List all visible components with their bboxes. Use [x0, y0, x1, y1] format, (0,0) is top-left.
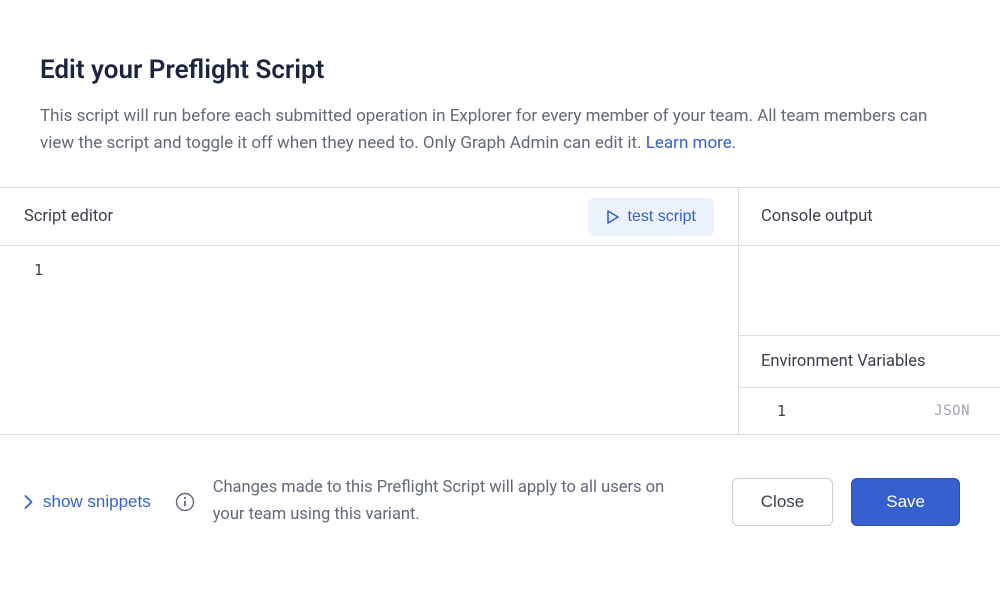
console-header: Console output — [739, 188, 1000, 246]
footer-info-text: Changes made to this Preflight Script wi… — [213, 475, 714, 528]
description-period: . — [732, 133, 736, 153]
script-editor-body[interactable]: 1 — [0, 246, 738, 434]
show-snippets-label: show snippets — [43, 492, 151, 512]
chevron-right-icon — [24, 495, 33, 509]
script-editor-title: Script editor — [24, 207, 113, 226]
right-panel: Console output Environment Variables 1 J… — [739, 188, 1000, 434]
env-vars-title: Environment Variables — [761, 352, 926, 371]
learn-more-link[interactable]: Learn more — [646, 133, 732, 153]
panels-container: Script editor test script 1 Console outp… — [0, 187, 1000, 435]
close-button[interactable]: Close — [732, 478, 833, 526]
console-title: Console output — [761, 207, 873, 226]
info-icon — [175, 492, 195, 512]
editor-line-number: 1 — [20, 261, 43, 279]
play-icon — [606, 210, 620, 224]
console-body — [739, 246, 1000, 336]
env-line-number: 1 — [777, 402, 786, 420]
show-snippets-button[interactable]: show snippets — [24, 492, 151, 512]
test-script-button[interactable]: test script — [588, 198, 714, 236]
script-editor-header: Script editor test script — [0, 188, 738, 246]
script-editor-panel: Script editor test script 1 — [0, 188, 739, 434]
env-vars-body[interactable]: 1 JSON — [739, 388, 1000, 434]
env-vars-header: Environment Variables — [739, 336, 1000, 388]
dialog-description: This script will run before each submitt… — [40, 103, 960, 157]
dialog-title: Edit your Preflight Script — [40, 55, 960, 85]
dialog-footer: show snippets Changes made to this Prefl… — [0, 435, 1000, 528]
description-text: This script will run before each submitt… — [40, 106, 927, 153]
save-button[interactable]: Save — [851, 478, 960, 526]
dialog-header: Edit your Preflight Script This script w… — [0, 0, 1000, 187]
json-format-label: JSON — [934, 403, 970, 419]
test-script-label: test script — [628, 208, 696, 226]
